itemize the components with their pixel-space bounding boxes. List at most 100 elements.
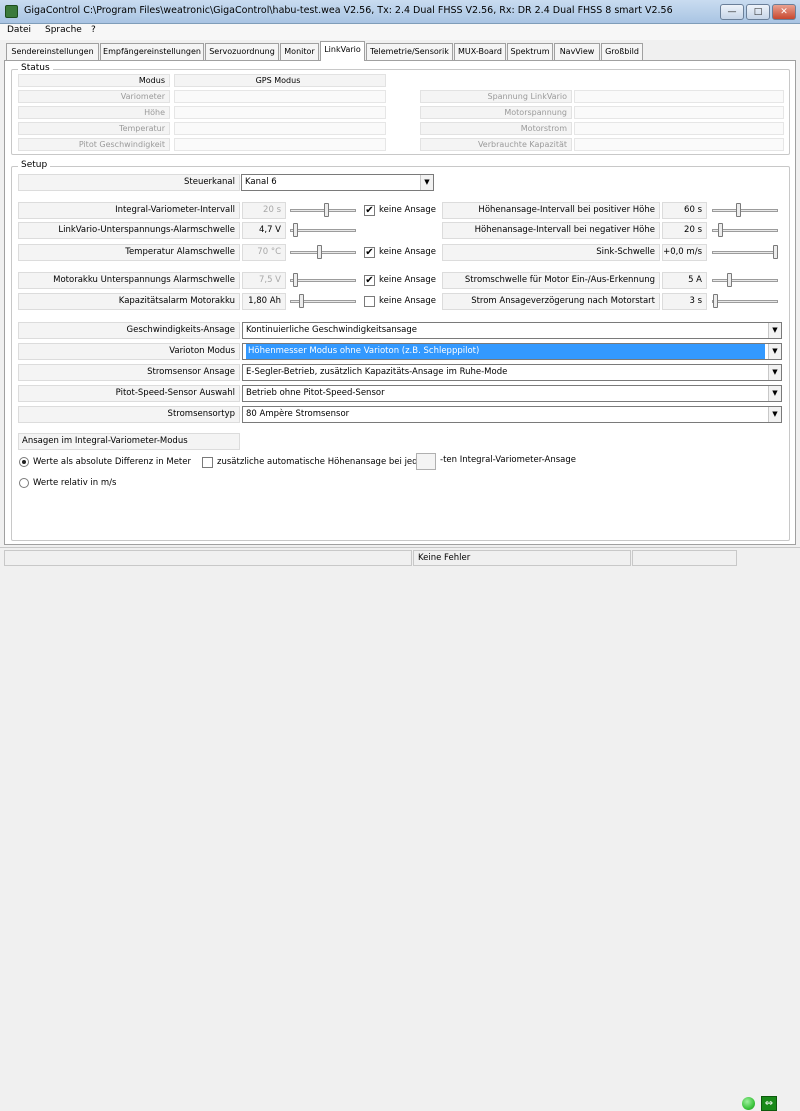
strom-verzoegerung-value: 3 s xyxy=(662,293,707,310)
hoehe-value xyxy=(174,106,386,119)
tab-grossbild[interactable]: Großbild xyxy=(601,43,643,60)
tab-monitor[interactable]: Monitor xyxy=(280,43,319,60)
kapazitaetsalarm-value: 1,80 Ah xyxy=(242,293,286,310)
stromsensor-ansage-value: E-Segler-Betrieb, zusätzlich Kapazitäts-… xyxy=(246,367,508,377)
integral-intervall-slider[interactable] xyxy=(290,202,356,219)
status-bar: Keine Fehler ⇔ xyxy=(0,547,800,1111)
strom-verzoegerung-slider[interactable] xyxy=(712,293,778,310)
status-led-icon xyxy=(742,1097,755,1110)
motorspannung-label: Motorspannung xyxy=(420,106,572,119)
chevron-down-icon[interactable]: ▼ xyxy=(768,386,781,401)
statusbar-message: Keine Fehler xyxy=(413,550,631,566)
setup-group: Setup Steuerkanal Kanal 6 ▼ Integral-Var… xyxy=(11,160,790,541)
kapazitaet-keine-ansage-label: keine Ansage xyxy=(379,296,436,306)
varioton-modus-value: Höhenmesser Modus ohne Varioton (z.B. Sc… xyxy=(246,344,765,359)
motorstrom-value xyxy=(574,122,784,135)
temperatur-alarm-slider[interactable] xyxy=(290,244,356,261)
kapazitaet-keine-ansage-checkbox[interactable] xyxy=(364,296,375,307)
tab-empfaengereinstellungen[interactable]: Empfängereinstellungen xyxy=(100,43,204,60)
menu-help[interactable]: ? xyxy=(91,25,96,35)
chevron-down-icon[interactable]: ▼ xyxy=(768,407,781,422)
tab-linkvario[interactable]: LinkVario xyxy=(320,41,365,61)
temperatur-alarm-label: Temperatur Alamschwelle xyxy=(18,244,240,261)
close-button[interactable]: ✕ xyxy=(772,4,796,20)
tab-spektrum[interactable]: Spektrum xyxy=(507,43,553,60)
varioton-modus-select[interactable]: Höhenmesser Modus ohne Varioton (z.B. Sc… xyxy=(242,343,782,360)
stromschwelle-slider[interactable] xyxy=(712,272,778,289)
auto-hoehe-suffix: -ten Integral-Variometer-Ansage xyxy=(440,455,576,465)
connection-arrows-icon[interactable]: ⇔ xyxy=(761,1096,777,1111)
statusbar-pane-3 xyxy=(632,550,737,566)
steuerkanal-select[interactable]: Kanal 6 ▼ xyxy=(241,174,434,191)
stromsensor-ansage-select[interactable]: E-Segler-Betrieb, zusätzlich Kapazitäts-… xyxy=(242,364,782,381)
varioton-modus-label: Varioton Modus xyxy=(18,343,240,360)
tab-mux-board[interactable]: MUX-Board xyxy=(454,43,506,60)
statusbar-pane-1 xyxy=(4,550,412,566)
stromschwelle-label: Stromschwelle für Motor Ein-/Aus-Erkennu… xyxy=(442,272,660,289)
title-bar: GigaControl C:\Program Files\weatronic\G… xyxy=(0,0,800,24)
menu-sprache[interactable]: Sprache xyxy=(45,25,82,35)
stromsensortyp-value: 80 Ampère Stromsensor xyxy=(246,409,350,419)
tab-sendereinstellungen[interactable]: Sendereinstellungen xyxy=(6,43,99,60)
hoehe-label: Höhe xyxy=(18,106,170,119)
motorspannung-value xyxy=(574,106,784,119)
integral-keine-ansage-label: keine Ansage xyxy=(379,205,436,215)
kapazitaetsalarm-slider[interactable] xyxy=(290,293,356,310)
menu-datei[interactable]: Datei xyxy=(7,25,31,35)
pitot-speed-select[interactable]: Betrieb ohne Pitot-Speed-Sensor ▼ xyxy=(242,385,782,402)
status-legend: Status xyxy=(18,63,53,73)
motorakku-keine-ansage-checkbox[interactable]: ✔ xyxy=(364,275,375,286)
integral-intervall-label: Integral-Variometer-Intervall xyxy=(18,202,240,219)
window-title: GigaControl C:\Program Files\weatronic\G… xyxy=(24,5,673,16)
spannung-linkvario-value xyxy=(574,90,784,103)
temperatur-keine-ansage-label: keine Ansage xyxy=(379,247,436,257)
integral-intervall-value: 20 s xyxy=(242,202,286,219)
hoehe-negativ-label: Höhenansage-Intervall bei negativer Höhe xyxy=(442,222,660,239)
stromschwelle-value: 5 A xyxy=(662,272,707,289)
temperatur-label: Temperatur xyxy=(18,122,170,135)
sink-schwelle-value: +0,0 m/s xyxy=(662,244,707,261)
stromsensortyp-select[interactable]: 80 Ampère Stromsensor ▼ xyxy=(242,406,782,423)
temperatur-alarm-value: 70 °C xyxy=(242,244,286,261)
tab-servozuordnung[interactable]: Servozuordnung xyxy=(205,43,279,60)
modus-value: GPS Modus xyxy=(174,74,386,87)
auto-hoehe-checkbox[interactable] xyxy=(202,457,213,468)
hoehe-positiv-slider[interactable] xyxy=(712,202,778,219)
steuerkanal-label: Steuerkanal xyxy=(18,174,240,191)
geschwindigkeits-ansage-label: Geschwindigkeits-Ansage xyxy=(18,322,240,339)
maximize-button[interactable]: □ xyxy=(746,4,770,20)
pitot-speed-value: Betrieb ohne Pitot-Speed-Sensor xyxy=(246,388,385,398)
sink-schwelle-slider[interactable] xyxy=(712,244,778,261)
steuerkanal-value: Kanal 6 xyxy=(245,177,277,187)
geschwindigkeits-ansage-select[interactable]: Kontinuierliche Geschwindigkeitsansage ▼ xyxy=(242,322,782,339)
hoehe-negativ-value: 20 s xyxy=(662,222,707,239)
tab-strip: Sendereinstellungen Empfängereinstellung… xyxy=(0,40,800,61)
tab-navview[interactable]: NavView xyxy=(554,43,600,60)
motorakku-unterspannung-label: Motorakku Unterspannungs Alarmschwelle xyxy=(18,272,240,289)
chevron-down-icon[interactable]: ▼ xyxy=(768,344,781,359)
radio-absolute[interactable] xyxy=(19,457,29,467)
chevron-down-icon[interactable]: ▼ xyxy=(768,365,781,380)
linkvario-unterspannung-label: LinkVario-Unterspannungs-Alarmschwelle xyxy=(18,222,240,239)
strom-verzoegerung-label: Strom Ansageverzögerung nach Motorstart xyxy=(442,293,660,310)
tab-telemetrie[interactable]: Telemetrie/Sensorik xyxy=(366,43,453,60)
status-group: Status Modus GPS Modus Variometer Höhe T… xyxy=(11,63,790,155)
variometer-label: Variometer xyxy=(18,90,170,103)
kapazitaet-value xyxy=(574,138,784,151)
app-icon xyxy=(5,5,18,18)
motorakku-keine-ansage-label: keine Ansage xyxy=(379,275,436,285)
linkvario-unterspannung-value: 4,7 V xyxy=(242,222,286,239)
auto-hoehe-label: zusätzliche automatische Höhenansage bei… xyxy=(217,457,427,467)
pitot-label: Pitot Geschwindigkeit xyxy=(18,138,170,151)
radio-relativ[interactable] xyxy=(19,478,29,488)
auto-hoehe-count-input[interactable] xyxy=(416,453,436,470)
menu-bar: Datei Sprache ? xyxy=(0,24,800,40)
temperatur-keine-ansage-checkbox[interactable]: ✔ xyxy=(364,247,375,258)
integral-keine-ansage-checkbox[interactable]: ✔ xyxy=(364,205,375,216)
minimize-button[interactable]: — xyxy=(720,4,744,20)
chevron-down-icon[interactable]: ▼ xyxy=(420,175,433,190)
chevron-down-icon[interactable]: ▼ xyxy=(768,323,781,338)
hoehe-negativ-slider[interactable] xyxy=(712,222,778,239)
linkvario-unterspannung-slider[interactable] xyxy=(290,222,356,239)
motorakku-unterspannung-slider[interactable] xyxy=(290,272,356,289)
